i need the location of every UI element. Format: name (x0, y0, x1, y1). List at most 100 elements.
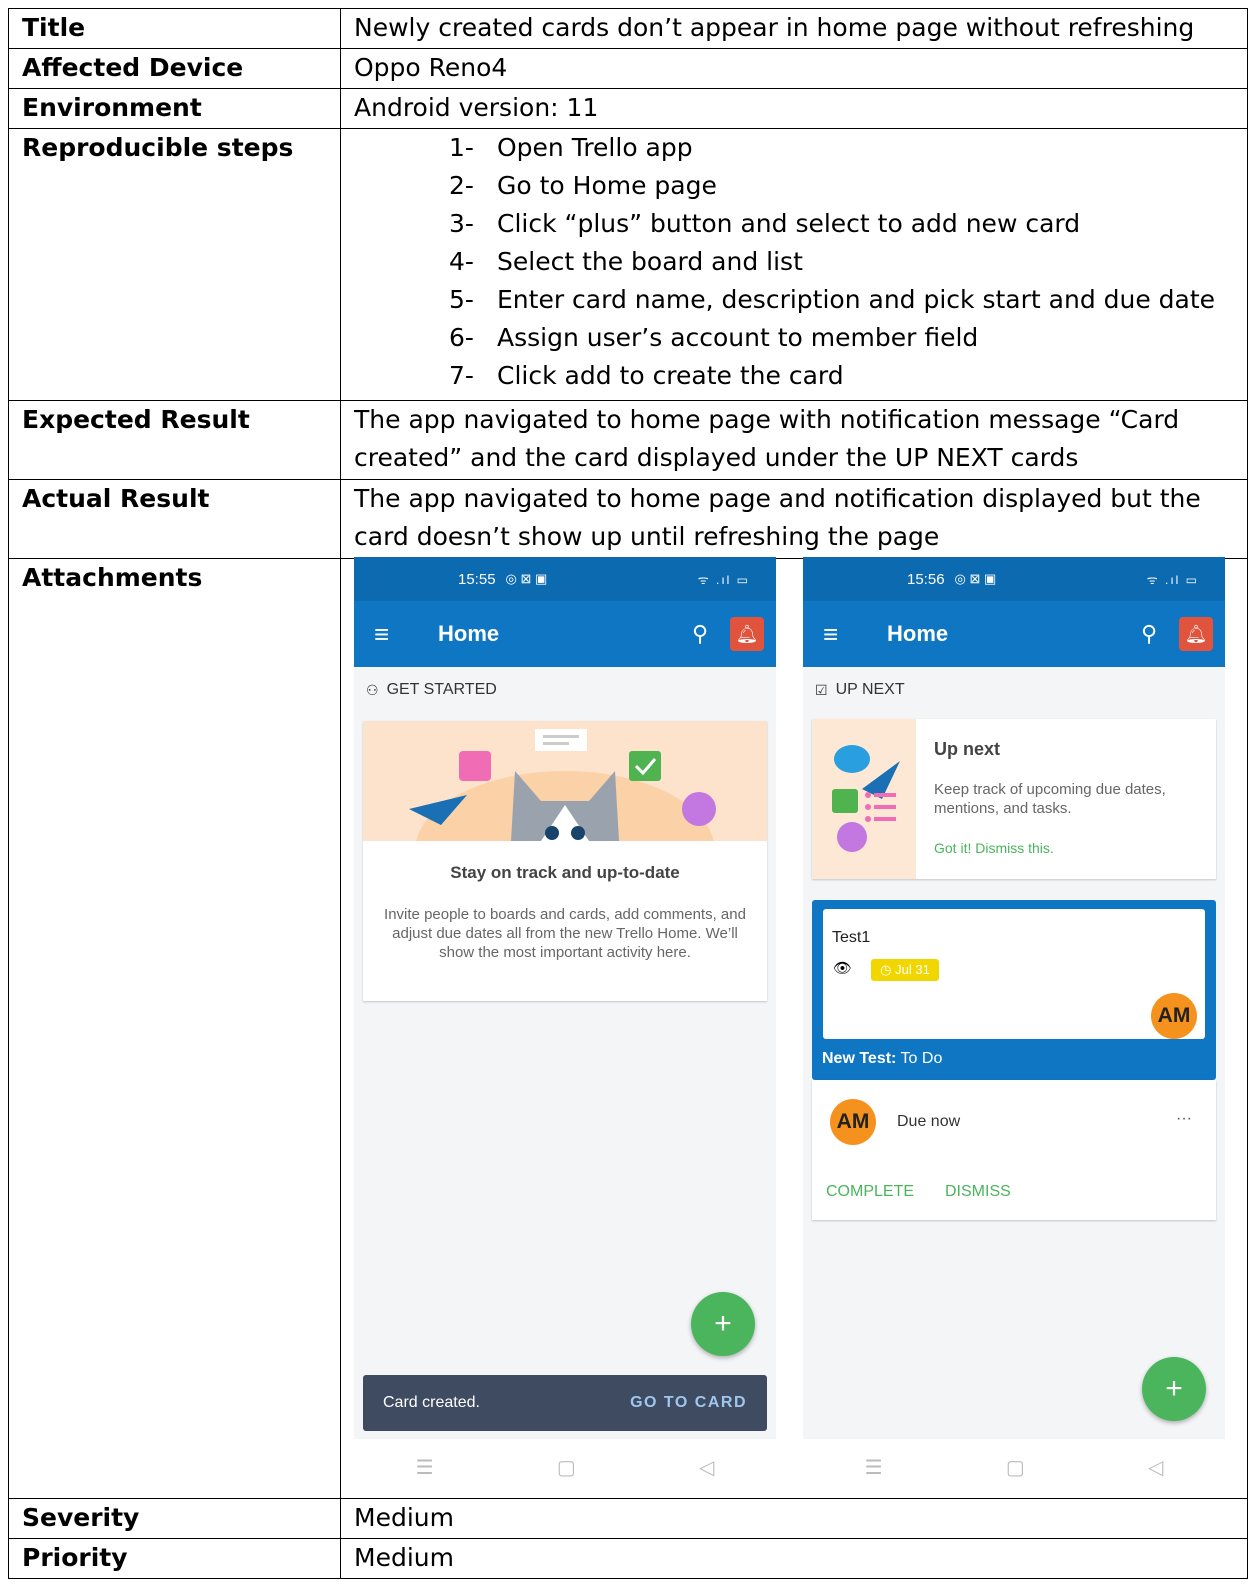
step-number: 2- (449, 171, 474, 200)
promo-title: Up next (934, 739, 1001, 759)
card-board-list: New Test: To Do (822, 1050, 942, 1068)
dismiss-promo-link[interactable]: Got it! Dismiss this. (934, 840, 1202, 856)
trello-card[interactable]: Test1 👁︎ ◷ Jul 31 AM (823, 909, 1205, 1039)
dismiss-button[interactable]: DISMISS (945, 1183, 1011, 1201)
add-fab-button[interactable]: + (1142, 1357, 1206, 1421)
signal-icon: ᯤ .ıl ▭ (697, 572, 750, 587)
device-label: Affected Device (8, 48, 341, 89)
section-header: ⚇ GET STARTED (354, 667, 776, 713)
expected-label: Expected Result (8, 400, 341, 480)
status-time: 15:56 (907, 570, 945, 588)
step-item: 3- Click “plus” button and select to add … (449, 205, 1247, 243)
actual-value: The app navigated to home page and notif… (340, 479, 1248, 559)
due-now-text: Due now (897, 1113, 961, 1130)
priority-value: Medium (340, 1538, 1248, 1579)
priority-label: Priority (8, 1538, 341, 1579)
card-body: Invite people to boards and cards, add c… (384, 906, 746, 961)
step-item: 4- Select the board and list (449, 243, 1247, 281)
husky-illustration (409, 729, 716, 841)
notification-bell-icon[interactable]: 🔔︎ (730, 617, 764, 651)
step-text: Open Trello app (497, 133, 693, 162)
card-title: Test1 (832, 929, 871, 946)
plus-icon: + (1165, 1372, 1183, 1405)
list-name: To Do (896, 1050, 943, 1067)
step-number: 5- (449, 285, 474, 314)
up-next-card-container[interactable]: Test1 👁︎ ◷ Jul 31 AM New Test: To Do (812, 900, 1216, 1080)
steps-list: 1- Open Trello app 2- Go to Home page 3- Cl… (354, 129, 1247, 395)
app-title: Home (438, 621, 500, 646)
go-to-card-button[interactable]: GO TO CARD (630, 1394, 747, 1412)
illustration (363, 721, 767, 841)
hamburger-menu-icon[interactable]: ≡ (374, 621, 400, 647)
title-label: Title (8, 8, 341, 49)
avatar-initials: AM (836, 1110, 870, 1133)
step-text: Click “plus” button and select to add ne… (497, 209, 1081, 238)
hamburger-menu-icon[interactable]: ≡ (823, 621, 849, 647)
snackbar-message: Card created. (383, 1394, 480, 1411)
expected-value: The app navigated to home page with noti… (340, 400, 1248, 480)
environment-value: Android version: 11 (340, 88, 1248, 129)
add-fab-button[interactable]: + (691, 1292, 755, 1356)
more-options-icon[interactable]: ··· (1176, 1110, 1192, 1128)
screenshot-before-refresh: 15:55 ◎ ⊠ ▣ ᯤ .ıl ▭ ≡ Home ⚲ 🔔︎ ⚇ GET ST… (354, 557, 776, 1495)
binoculars-icon: ⚇ (366, 681, 379, 698)
step-text: Assign user’s account to member field (497, 323, 979, 352)
recent-apps-icon[interactable]: ☰ (416, 1455, 434, 1480)
screenshot-after-refresh: 15:56 ◎ ⊠ ▣ ᯤ .ıl ▭ ≡ Home ⚲ 🔔︎ ☑ UP NEX… (803, 557, 1225, 1495)
up-next-promo-card: Up next Keep track of upcoming due dates… (812, 719, 1216, 879)
search-icon[interactable]: ⚲ (1141, 621, 1157, 647)
notification-avatar: AM (830, 1099, 876, 1145)
step-item: 6- Assign user’s account to member field (449, 319, 1247, 357)
recent-apps-icon[interactable]: ☰ (865, 1455, 883, 1480)
home-nav-icon[interactable]: ▢ (557, 1455, 576, 1480)
step-item: 1- Open Trello app (449, 129, 1247, 167)
severity-label: Severity (8, 1498, 341, 1539)
clock-icon: ◷ (880, 962, 892, 977)
step-item: 5- Enter card name, description and pick … (449, 281, 1247, 319)
app-bar: ≡ Home ⚲ 🔔︎ (354, 601, 776, 667)
complete-button[interactable]: COMPLETE (826, 1183, 914, 1201)
step-number: 6- (449, 323, 474, 352)
steps-cell: 1- Open Trello app 2- Go to Home page 3- Cl… (340, 128, 1248, 401)
android-nav-bar: ☰ ▢ ◁ (354, 1439, 776, 1495)
promo-body: Keep track of upcoming due dates, mentio… (934, 781, 1166, 817)
card-heading: Stay on track and up-to-date (450, 863, 680, 882)
search-icon[interactable]: ⚲ (692, 621, 708, 647)
home-nav-icon[interactable]: ▢ (1006, 1455, 1025, 1480)
status-time: 15:55 (458, 570, 496, 588)
step-number: 7- (449, 361, 474, 390)
plus-icon: + (714, 1307, 732, 1340)
status-icons: ◎ ⊠ ▣ (505, 571, 548, 586)
snackbar: Card created. GO TO CARD (363, 1375, 767, 1431)
step-number: 4- (449, 247, 474, 276)
severity-value: Medium (340, 1498, 1248, 1539)
notification-bell-icon[interactable]: 🔔︎ (1179, 617, 1213, 651)
environment-label: Environment (8, 88, 341, 129)
step-item: 7- Click add to create the card (449, 357, 1247, 395)
due-notification-card: AM Due now ··· COMPLETE DISMISS (812, 1080, 1216, 1220)
signal-icon: ᯤ .ıl ▭ (1146, 572, 1199, 587)
get-started-card: Stay on track and up-to-date Invite peop… (363, 721, 767, 1001)
member-avatar: AM (1151, 993, 1197, 1039)
section-title: UP NEXT (835, 681, 905, 698)
due-date-text: Jul 31 (895, 962, 930, 977)
step-text: Click add to create the card (497, 361, 844, 390)
actual-label: Actual Result (8, 479, 341, 559)
app-bar: ≡ Home ⚲ 🔔︎ (803, 601, 1225, 667)
promo-illustration (812, 719, 916, 879)
eye-icon: 👁︎ (833, 960, 853, 977)
android-nav-bar: ☰ ▢ ◁ (803, 1439, 1225, 1495)
device-value: Oppo Reno4 (340, 48, 1248, 89)
step-text: Enter card name, description and pick st… (497, 285, 1216, 314)
app-title: Home (887, 621, 949, 646)
board-name: New Test: (822, 1050, 897, 1067)
back-nav-icon[interactable]: ◁ (699, 1455, 714, 1480)
back-nav-icon[interactable]: ◁ (1148, 1455, 1163, 1480)
checkbox-icon: ☑ (815, 681, 828, 698)
status-icons: ◎ ⊠ ▣ (954, 571, 997, 586)
step-text: Go to Home page (497, 171, 717, 200)
attachments-label: Attachments (8, 558, 341, 1499)
title-value: Newly created cards don’t appear in home… (340, 8, 1248, 49)
avatar-initials: AM (1157, 1004, 1191, 1027)
step-item: 2- Go to Home page (449, 167, 1247, 205)
